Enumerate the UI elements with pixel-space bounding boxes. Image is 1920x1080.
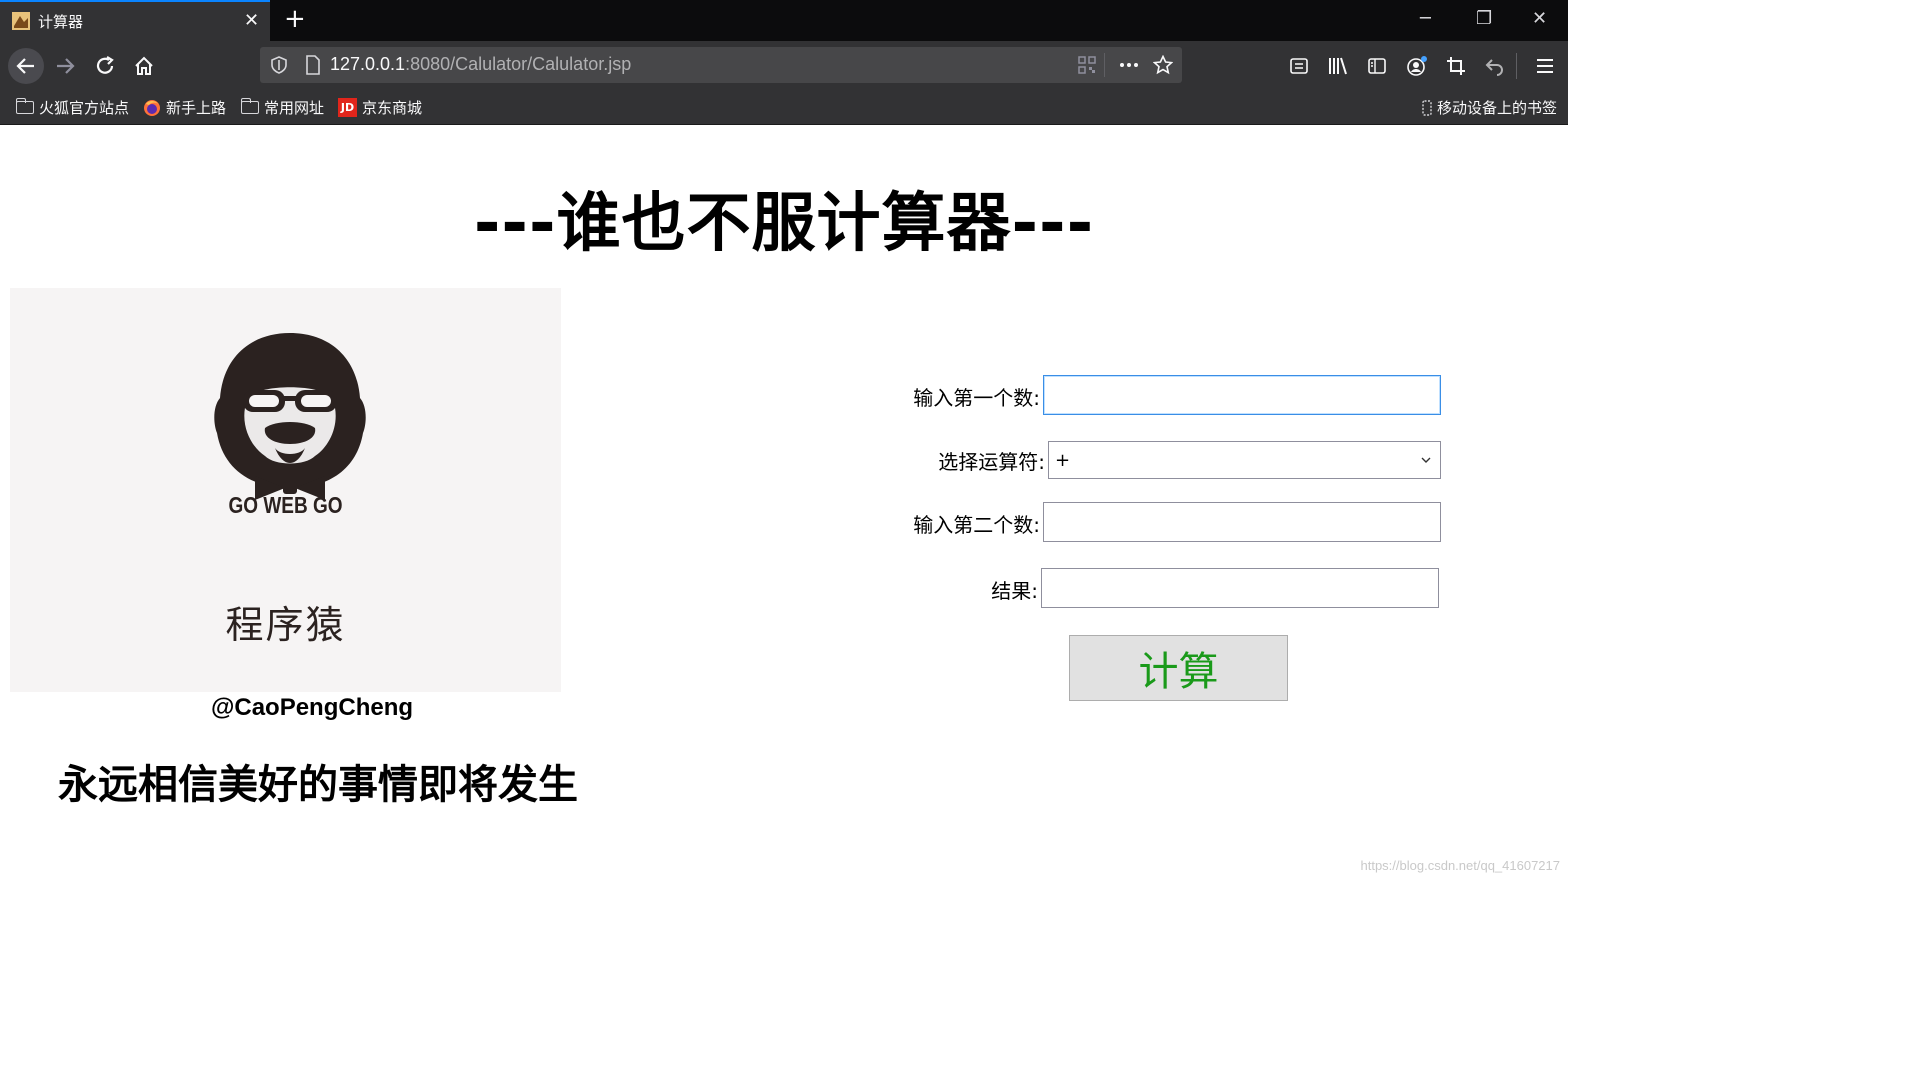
reload-button[interactable]: [90, 51, 120, 81]
bookmark-label: 京东商城: [362, 99, 423, 117]
home-button[interactable]: [129, 51, 159, 81]
bookmark-star-icon[interactable]: [1153, 55, 1173, 75]
reload-icon: [96, 56, 114, 74]
bookmark-label: 常用网址: [264, 99, 325, 117]
url-text: 127.0.0.1:8080/Calulator/Calulator.jsp: [330, 54, 631, 75]
crop-button[interactable]: [1441, 51, 1471, 81]
forward-arrow-icon: [57, 58, 75, 74]
tab-close-icon[interactable]: ✕: [244, 10, 259, 31]
close-window-button[interactable]: ✕: [1532, 8, 1547, 29]
first-number-input[interactable]: [1043, 375, 1441, 415]
undo-button[interactable]: [1480, 51, 1510, 81]
result-label: 结果:: [991, 579, 1038, 603]
result-output[interactable]: [1041, 568, 1439, 608]
new-tab-button[interactable]: +: [284, 4, 306, 34]
sidebar-button[interactable]: [1362, 51, 1392, 81]
calculate-button[interactable]: 计算: [1069, 635, 1288, 701]
urlbar-divider: [1104, 53, 1105, 77]
folder-icon: [15, 98, 34, 114]
library-icon: [1329, 57, 1347, 75]
menu-button[interactable]: [1530, 51, 1560, 81]
tab-bar: 计算器 ✕ + ─ ❐ ✕: [0, 0, 1568, 41]
chevron-down-icon: [1421, 457, 1431, 463]
motto-text: 永远相信美好的事情即将发生: [58, 762, 578, 808]
bookmark-label: 火狐官方站点: [39, 99, 130, 117]
address-bar[interactable]: 127.0.0.1:8080/Calulator/Calulator.jsp: [260, 47, 1182, 83]
shield-icon[interactable]: [270, 56, 288, 74]
minimize-button[interactable]: ─: [1420, 8, 1431, 29]
page-info-icon[interactable]: [304, 55, 322, 75]
operator-label: 选择运算符:: [938, 450, 1045, 474]
library-button[interactable]: [1323, 51, 1353, 81]
logo-brand-text: GO WEB GO: [228, 493, 343, 519]
back-arrow-icon: [16, 58, 34, 74]
bookmarks-toolbar: 火狐官方站点 新手上路 常用网址 JD 京东商城 移动设备上的书签: [0, 91, 1568, 125]
operator-selected-value: +: [1055, 450, 1071, 471]
jd-icon: JD: [338, 98, 357, 117]
more-actions-icon[interactable]: [1118, 57, 1140, 73]
tab-title: 计算器: [38, 13, 84, 31]
url-host: 127.0.0.1: [330, 54, 406, 74]
reader-view-button[interactable]: [1284, 51, 1314, 81]
url-path: :8080/Calulator/Calulator.jsp: [405, 54, 632, 74]
second-number-input[interactable]: [1043, 502, 1441, 542]
mobile-bookmarks[interactable]: 移动设备上的书签: [1422, 97, 1557, 118]
back-button[interactable]: [8, 48, 44, 84]
logo-caption: 程序猿: [225, 603, 346, 647]
page-favicon-icon: [12, 12, 30, 30]
bookmark-label: 新手上路: [166, 99, 227, 117]
navigation-bar: 127.0.0.1:8080/Calulator/Calulator.jsp: [0, 41, 1568, 91]
mobile-device-icon: [1422, 99, 1432, 116]
forward-button[interactable]: [50, 51, 80, 81]
watermark-text: https://blog.csdn.net/qq_41607217: [1360, 858, 1561, 873]
second-number-label: 输入第二个数:: [913, 513, 1040, 537]
bookmark-common-sites[interactable]: 常用网址: [240, 97, 325, 118]
mobile-bookmarks-label: 移动设备上的书签: [1437, 99, 1558, 117]
hamburger-menu-icon: [1537, 59, 1553, 73]
undo-icon: [1485, 59, 1503, 76]
bookmark-jd-mall[interactable]: JD 京东商城: [338, 97, 422, 118]
account-button[interactable]: [1402, 51, 1432, 81]
folder-icon: [240, 98, 259, 114]
screenshot-icon: [1290, 58, 1308, 74]
account-icon: [1407, 56, 1427, 76]
logo-image: GO WEB GO 程序猿: [10, 288, 561, 692]
firefox-icon: [144, 99, 160, 116]
restore-button[interactable]: ❐: [1476, 8, 1492, 29]
operator-select[interactable]: +: [1048, 441, 1441, 479]
first-number-label: 输入第一个数:: [913, 386, 1040, 410]
crop-icon: [1447, 57, 1465, 75]
page-title: ---谁也不服计算器---: [473, 187, 1095, 261]
bookmark-firefox-official[interactable]: 火狐官方站点: [15, 97, 130, 118]
sidebar-icon: [1368, 58, 1386, 74]
home-icon: [135, 56, 153, 75]
author-name: @CaoPengCheng: [210, 694, 414, 721]
active-tab[interactable]: 计算器 ✕: [0, 0, 270, 41]
toolbar-divider: [1516, 53, 1517, 79]
bookmark-getting-started[interactable]: 新手上路: [143, 97, 226, 118]
qr-code-icon[interactable]: [1078, 56, 1096, 74]
